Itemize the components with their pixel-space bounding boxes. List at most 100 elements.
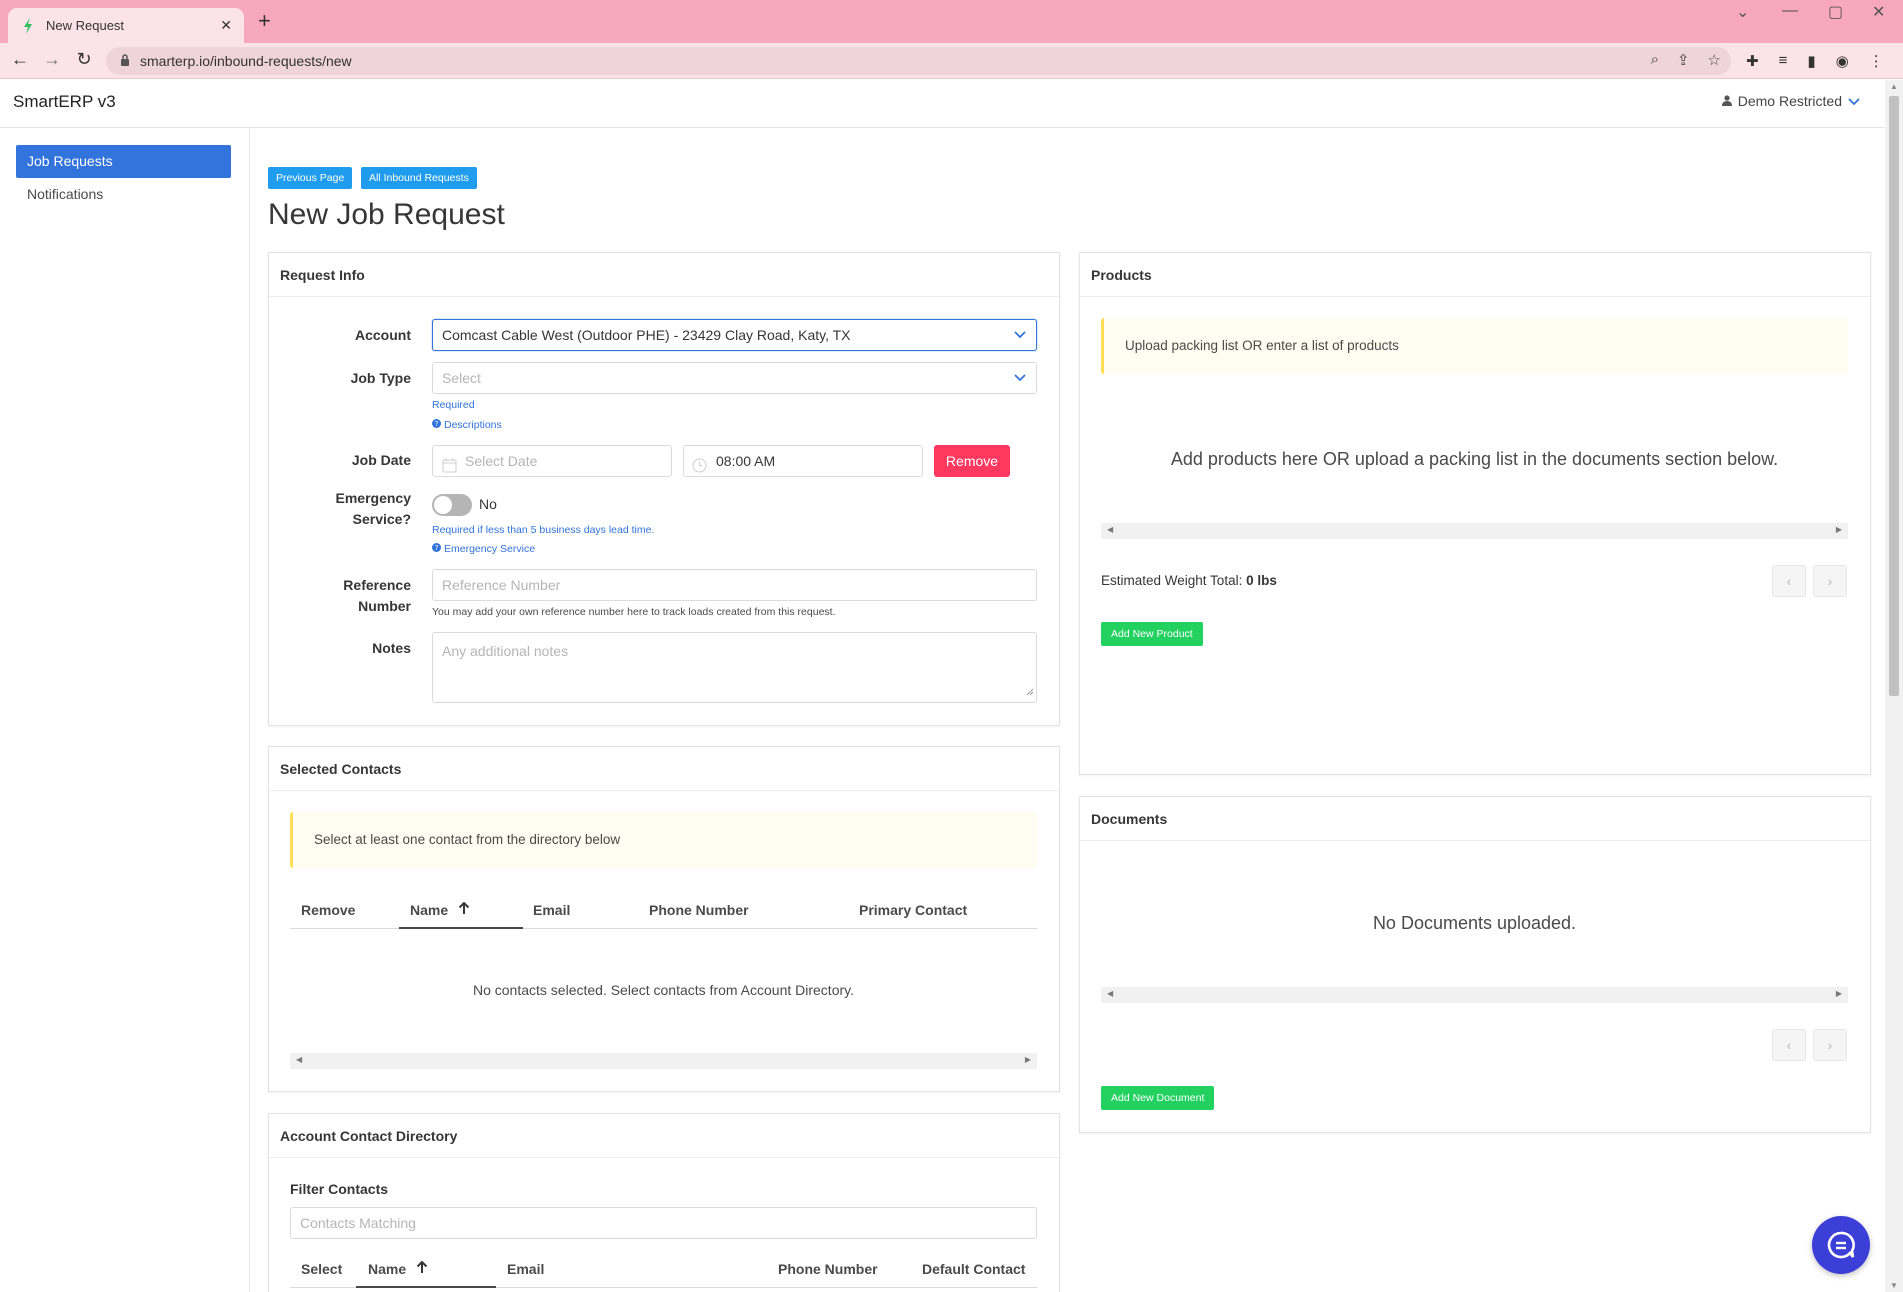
reload-icon[interactable]: ↻ bbox=[72, 49, 96, 70]
notes-placeholder: Any additional notes bbox=[442, 643, 569, 659]
products-next-page-button[interactable]: › bbox=[1813, 565, 1847, 597]
job-date-input[interactable]: Select Date bbox=[432, 445, 672, 477]
job-date-placeholder: Select Date bbox=[465, 453, 538, 469]
previous-page-button[interactable]: Previous Page bbox=[268, 167, 353, 189]
documents-next-page-button[interactable]: › bbox=[1813, 1029, 1847, 1061]
dir-col-phone[interactable]: Phone Number bbox=[778, 1261, 878, 1277]
emergency-service-link[interactable]: ? Emergency Service bbox=[432, 543, 535, 555]
dir-col-default[interactable]: Default Contact bbox=[922, 1261, 1025, 1277]
descriptions-link-text: Descriptions bbox=[444, 419, 502, 431]
bookmark-star-icon[interactable]: ☆ bbox=[1708, 51, 1721, 69]
url-text: smarterp.io/inbound-requests/new bbox=[140, 53, 352, 69]
documents-header: Documents bbox=[1080, 797, 1870, 841]
documents-prev-page-button[interactable]: ‹ bbox=[1772, 1029, 1806, 1061]
browser-menu-icon[interactable]: ⋮ bbox=[1869, 52, 1884, 70]
tab-search-icon[interactable]: ⌄ bbox=[1736, 2, 1749, 22]
page-title: New Job Request bbox=[268, 198, 505, 231]
col-email[interactable]: Email bbox=[533, 902, 570, 918]
add-new-document-button[interactable]: Add New Document bbox=[1101, 1086, 1215, 1110]
new-tab-icon[interactable]: + bbox=[258, 10, 271, 32]
tab-close-icon[interactable]: ✕ bbox=[220, 17, 232, 34]
svg-text:?: ? bbox=[435, 543, 439, 552]
calendar-icon bbox=[442, 453, 457, 483]
lock-icon bbox=[120, 53, 130, 69]
estimated-weight: Estimated Weight Total: 0 lbs bbox=[1101, 573, 1277, 588]
account-select[interactable]: Comcast Cable West (Outdoor PHE) - 23429… bbox=[432, 319, 1037, 351]
sort-indicator bbox=[399, 927, 523, 929]
request-info-header: Request Info bbox=[269, 253, 1059, 297]
add-new-product-button[interactable]: Add New Product bbox=[1101, 622, 1203, 646]
col-primary[interactable]: Primary Contact bbox=[859, 902, 967, 918]
browser-tab[interactable]: New Request ✕ bbox=[8, 8, 244, 43]
sidebar: Job Requests Notifications bbox=[0, 128, 250, 1292]
smarterp-favicon-icon bbox=[20, 17, 36, 34]
maximize-icon[interactable]: ▢ bbox=[1828, 2, 1843, 22]
no-contacts-message: No contacts selected. Select contacts fr… bbox=[472, 982, 854, 998]
back-icon[interactable]: ← bbox=[8, 49, 32, 70]
browser-tab-strip: New Request ✕ + ⌄ — ▢ ✕ bbox=[0, 0, 1903, 43]
job-time-input[interactable]: 08:00 AM bbox=[683, 445, 923, 477]
contacts-horizontal-scrollbar[interactable]: ◀ ▶ bbox=[290, 1053, 1037, 1069]
reading-list-icon[interactable]: ≡ bbox=[1779, 52, 1788, 70]
job-type-placeholder: Select bbox=[442, 370, 481, 386]
share-icon[interactable]: ⇪ bbox=[1677, 51, 1690, 69]
dir-col-select: Select bbox=[301, 1261, 343, 1277]
dir-col-name-sort[interactable]: Name bbox=[368, 1260, 428, 1277]
profile-avatar-icon[interactable]: ◉ bbox=[1836, 52, 1849, 70]
products-prev-page-button[interactable]: ‹ bbox=[1772, 565, 1806, 597]
address-bar[interactable]: smarterp.io/inbound-requests/new ⌕ ⇪ ☆ bbox=[106, 47, 1731, 75]
brand-logo[interactable]: SmartERP v3 bbox=[13, 92, 116, 112]
extensions-icon[interactable]: ✚ bbox=[1746, 52, 1759, 70]
user-icon bbox=[1721, 93, 1732, 109]
emergency-label-line1: Emergency bbox=[335, 490, 411, 506]
products-notice: Upload packing list OR enter a list of p… bbox=[1101, 318, 1848, 374]
scrollbar-thumb[interactable] bbox=[1889, 96, 1899, 696]
reference-label-line2: Number bbox=[358, 598, 411, 614]
job-type-label: Job Type bbox=[350, 370, 411, 386]
chat-widget-button[interactable] bbox=[1812, 1216, 1870, 1274]
selected-contacts-header: Selected Contacts bbox=[269, 747, 1059, 791]
dir-col-name-label: Name bbox=[368, 1261, 407, 1277]
reference-label-line1: Reference bbox=[343, 577, 411, 593]
job-type-select[interactable]: Select bbox=[432, 362, 1037, 394]
zoom-icon[interactable]: ⌕ bbox=[1651, 51, 1659, 69]
resize-handle-icon[interactable] bbox=[1026, 681, 1034, 701]
emergency-label-line2: Service? bbox=[352, 511, 411, 527]
filter-contacts-label: Filter Contacts bbox=[290, 1181, 389, 1197]
page-vertical-scrollbar[interactable]: ▲ ▼ bbox=[1885, 80, 1903, 1292]
close-window-icon[interactable]: ✕ bbox=[1872, 2, 1885, 22]
estimated-weight-label: Estimated Weight Total: bbox=[1101, 573, 1243, 588]
sort-up-arrow-icon bbox=[458, 901, 470, 918]
select-contact-notice: Select at least one contact from the dir… bbox=[290, 812, 1037, 868]
remove-time-button[interactable]: Remove bbox=[934, 445, 1010, 477]
dir-sort-indicator bbox=[356, 1286, 496, 1288]
question-circle-icon: ? bbox=[432, 543, 441, 555]
question-circle-icon: ? bbox=[432, 419, 441, 431]
job-date-label: Job Date bbox=[351, 452, 411, 468]
browser-toolbar: ← → ↻ smarterp.io/inbound-requests/new ⌕… bbox=[0, 43, 1903, 79]
minimize-icon[interactable]: — bbox=[1782, 2, 1798, 20]
user-menu[interactable]: Demo Restricted bbox=[1721, 93, 1860, 109]
col-phone[interactable]: Phone Number bbox=[649, 902, 749, 918]
reference-help: You may add your own reference number he… bbox=[432, 606, 836, 618]
chevron-down-icon bbox=[1014, 363, 1026, 393]
sidebar-item-notifications[interactable]: Notifications bbox=[16, 178, 231, 211]
documents-horizontal-scrollbar[interactable]: ◀ ▶ bbox=[1101, 987, 1848, 1003]
svg-text:?: ? bbox=[435, 419, 439, 428]
filter-contacts-placeholder: Contacts Matching bbox=[300, 1215, 416, 1231]
side-panel-icon[interactable]: ▮ bbox=[1807, 52, 1815, 70]
descriptions-link[interactable]: ? Descriptions bbox=[432, 419, 502, 431]
filter-contacts-input[interactable]: Contacts Matching bbox=[290, 1207, 1037, 1239]
sidebar-item-job-requests[interactable]: Job Requests bbox=[16, 145, 231, 178]
col-remove: Remove bbox=[301, 902, 356, 918]
sort-up-arrow-icon bbox=[416, 1260, 428, 1277]
products-horizontal-scrollbar[interactable]: ◀ ▶ bbox=[1101, 523, 1848, 539]
col-name-sort[interactable]: Name bbox=[410, 901, 470, 918]
forward-icon[interactable]: → bbox=[40, 49, 64, 70]
all-inbound-requests-button[interactable]: All Inbound Requests bbox=[361, 167, 477, 189]
dir-col-email[interactable]: Email bbox=[507, 1261, 544, 1277]
contact-directory-header: Account Contact Directory bbox=[269, 1114, 1059, 1158]
reference-number-input[interactable]: Reference Number bbox=[432, 569, 1037, 601]
notes-textarea[interactable]: Any additional notes bbox=[432, 632, 1037, 703]
emergency-toggle[interactable] bbox=[432, 494, 472, 516]
